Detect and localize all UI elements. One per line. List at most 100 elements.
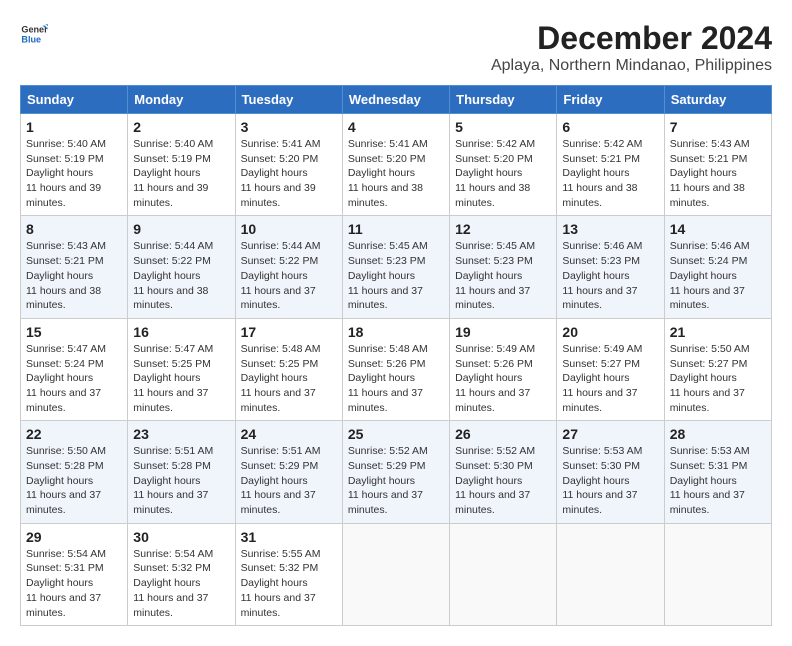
day-number: 4	[348, 119, 444, 135]
day-number: 21	[670, 324, 766, 340]
calendar-cell	[342, 523, 449, 625]
weekday-header-row: Sunday Monday Tuesday Wednesday Thursday…	[21, 86, 772, 114]
calendar-cell: 21 Sunrise: 5:50 AM Sunset: 5:27 PM Dayl…	[664, 318, 771, 420]
generalblue-logo-icon: General Blue	[20, 20, 48, 48]
day-number: 1	[26, 119, 122, 135]
day-number: 23	[133, 426, 229, 442]
day-info: Sunrise: 5:51 AM Sunset: 5:28 PM Dayligh…	[133, 444, 229, 517]
day-info: Sunrise: 5:43 AM Sunset: 5:21 PM Dayligh…	[670, 137, 766, 210]
day-info: Sunrise: 5:49 AM Sunset: 5:27 PM Dayligh…	[562, 342, 658, 415]
calendar-cell: 11 Sunrise: 5:45 AM Sunset: 5:23 PM Dayl…	[342, 216, 449, 318]
calendar-cell: 13 Sunrise: 5:46 AM Sunset: 5:23 PM Dayl…	[557, 216, 664, 318]
day-number: 30	[133, 529, 229, 545]
calendar-cell: 12 Sunrise: 5:45 AM Sunset: 5:23 PM Dayl…	[450, 216, 557, 318]
day-number: 22	[26, 426, 122, 442]
day-info: Sunrise: 5:45 AM Sunset: 5:23 PM Dayligh…	[348, 239, 444, 312]
calendar-cell	[450, 523, 557, 625]
calendar-week-row: 8 Sunrise: 5:43 AM Sunset: 5:21 PM Dayli…	[21, 216, 772, 318]
day-info: Sunrise: 5:41 AM Sunset: 5:20 PM Dayligh…	[348, 137, 444, 210]
day-info: Sunrise: 5:46 AM Sunset: 5:23 PM Dayligh…	[562, 239, 658, 312]
calendar-cell: 28 Sunrise: 5:53 AM Sunset: 5:31 PM Dayl…	[664, 421, 771, 523]
calendar-cell	[664, 523, 771, 625]
day-number: 11	[348, 221, 444, 237]
calendar-cell	[557, 523, 664, 625]
calendar-cell: 19 Sunrise: 5:49 AM Sunset: 5:26 PM Dayl…	[450, 318, 557, 420]
day-info: Sunrise: 5:42 AM Sunset: 5:21 PM Dayligh…	[562, 137, 658, 210]
day-number: 3	[241, 119, 337, 135]
header-saturday: Saturday	[664, 86, 771, 114]
day-info: Sunrise: 5:53 AM Sunset: 5:30 PM Dayligh…	[562, 444, 658, 517]
calendar-cell: 10 Sunrise: 5:44 AM Sunset: 5:22 PM Dayl…	[235, 216, 342, 318]
day-info: Sunrise: 5:53 AM Sunset: 5:31 PM Dayligh…	[670, 444, 766, 517]
calendar-cell: 15 Sunrise: 5:47 AM Sunset: 5:24 PM Dayl…	[21, 318, 128, 420]
calendar-week-row: 22 Sunrise: 5:50 AM Sunset: 5:28 PM Dayl…	[21, 421, 772, 523]
calendar-cell: 5 Sunrise: 5:42 AM Sunset: 5:20 PM Dayli…	[450, 114, 557, 216]
calendar-cell: 30 Sunrise: 5:54 AM Sunset: 5:32 PM Dayl…	[128, 523, 235, 625]
header-sunday: Sunday	[21, 86, 128, 114]
header-wednesday: Wednesday	[342, 86, 449, 114]
calendar-week-row: 29 Sunrise: 5:54 AM Sunset: 5:31 PM Dayl…	[21, 523, 772, 625]
calendar-cell: 16 Sunrise: 5:47 AM Sunset: 5:25 PM Dayl…	[128, 318, 235, 420]
day-number: 12	[455, 221, 551, 237]
calendar-cell: 18 Sunrise: 5:48 AM Sunset: 5:26 PM Dayl…	[342, 318, 449, 420]
day-info: Sunrise: 5:54 AM Sunset: 5:32 PM Dayligh…	[133, 547, 229, 620]
calendar-cell: 31 Sunrise: 5:55 AM Sunset: 5:32 PM Dayl…	[235, 523, 342, 625]
month-title: December 2024	[491, 20, 772, 57]
day-info: Sunrise: 5:52 AM Sunset: 5:30 PM Dayligh…	[455, 444, 551, 517]
day-number: 26	[455, 426, 551, 442]
day-number: 15	[26, 324, 122, 340]
day-info: Sunrise: 5:48 AM Sunset: 5:26 PM Dayligh…	[348, 342, 444, 415]
day-info: Sunrise: 5:50 AM Sunset: 5:28 PM Dayligh…	[26, 444, 122, 517]
day-number: 24	[241, 426, 337, 442]
day-info: Sunrise: 5:50 AM Sunset: 5:27 PM Dayligh…	[670, 342, 766, 415]
day-info: Sunrise: 5:47 AM Sunset: 5:24 PM Dayligh…	[26, 342, 122, 415]
page-header: General Blue December 2024 Aplaya, North…	[20, 20, 772, 75]
calendar-cell: 17 Sunrise: 5:48 AM Sunset: 5:25 PM Dayl…	[235, 318, 342, 420]
day-number: 28	[670, 426, 766, 442]
header-friday: Friday	[557, 86, 664, 114]
day-number: 27	[562, 426, 658, 442]
day-info: Sunrise: 5:42 AM Sunset: 5:20 PM Dayligh…	[455, 137, 551, 210]
day-number: 31	[241, 529, 337, 545]
day-info: Sunrise: 5:47 AM Sunset: 5:25 PM Dayligh…	[133, 342, 229, 415]
day-number: 14	[670, 221, 766, 237]
calendar-cell: 7 Sunrise: 5:43 AM Sunset: 5:21 PM Dayli…	[664, 114, 771, 216]
svg-text:Blue: Blue	[21, 34, 41, 44]
day-info: Sunrise: 5:43 AM Sunset: 5:21 PM Dayligh…	[26, 239, 122, 312]
day-info: Sunrise: 5:41 AM Sunset: 5:20 PM Dayligh…	[241, 137, 337, 210]
day-number: 13	[562, 221, 658, 237]
calendar-cell: 22 Sunrise: 5:50 AM Sunset: 5:28 PM Dayl…	[21, 421, 128, 523]
day-number: 19	[455, 324, 551, 340]
calendar-cell: 29 Sunrise: 5:54 AM Sunset: 5:31 PM Dayl…	[21, 523, 128, 625]
calendar-cell: 1 Sunrise: 5:40 AM Sunset: 5:19 PM Dayli…	[21, 114, 128, 216]
day-info: Sunrise: 5:45 AM Sunset: 5:23 PM Dayligh…	[455, 239, 551, 312]
day-number: 17	[241, 324, 337, 340]
day-number: 25	[348, 426, 444, 442]
header-monday: Monday	[128, 86, 235, 114]
title-section: December 2024 Aplaya, Northern Mindanao,…	[491, 20, 772, 75]
day-number: 8	[26, 221, 122, 237]
day-info: Sunrise: 5:51 AM Sunset: 5:29 PM Dayligh…	[241, 444, 337, 517]
day-info: Sunrise: 5:40 AM Sunset: 5:19 PM Dayligh…	[133, 137, 229, 210]
calendar-cell: 3 Sunrise: 5:41 AM Sunset: 5:20 PM Dayli…	[235, 114, 342, 216]
day-info: Sunrise: 5:52 AM Sunset: 5:29 PM Dayligh…	[348, 444, 444, 517]
header-tuesday: Tuesday	[235, 86, 342, 114]
calendar-week-row: 1 Sunrise: 5:40 AM Sunset: 5:19 PM Dayli…	[21, 114, 772, 216]
calendar-cell: 20 Sunrise: 5:49 AM Sunset: 5:27 PM Dayl…	[557, 318, 664, 420]
calendar-cell: 6 Sunrise: 5:42 AM Sunset: 5:21 PM Dayli…	[557, 114, 664, 216]
logo: General Blue	[20, 20, 48, 48]
day-info: Sunrise: 5:48 AM Sunset: 5:25 PM Dayligh…	[241, 342, 337, 415]
calendar-cell: 23 Sunrise: 5:51 AM Sunset: 5:28 PM Dayl…	[128, 421, 235, 523]
calendar-cell: 9 Sunrise: 5:44 AM Sunset: 5:22 PM Dayli…	[128, 216, 235, 318]
day-number: 18	[348, 324, 444, 340]
calendar-week-row: 15 Sunrise: 5:47 AM Sunset: 5:24 PM Dayl…	[21, 318, 772, 420]
calendar-cell: 27 Sunrise: 5:53 AM Sunset: 5:30 PM Dayl…	[557, 421, 664, 523]
day-info: Sunrise: 5:46 AM Sunset: 5:24 PM Dayligh…	[670, 239, 766, 312]
day-number: 29	[26, 529, 122, 545]
day-number: 20	[562, 324, 658, 340]
calendar-cell: 26 Sunrise: 5:52 AM Sunset: 5:30 PM Dayl…	[450, 421, 557, 523]
calendar-cell: 25 Sunrise: 5:52 AM Sunset: 5:29 PM Dayl…	[342, 421, 449, 523]
calendar-cell: 4 Sunrise: 5:41 AM Sunset: 5:20 PM Dayli…	[342, 114, 449, 216]
day-info: Sunrise: 5:44 AM Sunset: 5:22 PM Dayligh…	[241, 239, 337, 312]
header-thursday: Thursday	[450, 86, 557, 114]
